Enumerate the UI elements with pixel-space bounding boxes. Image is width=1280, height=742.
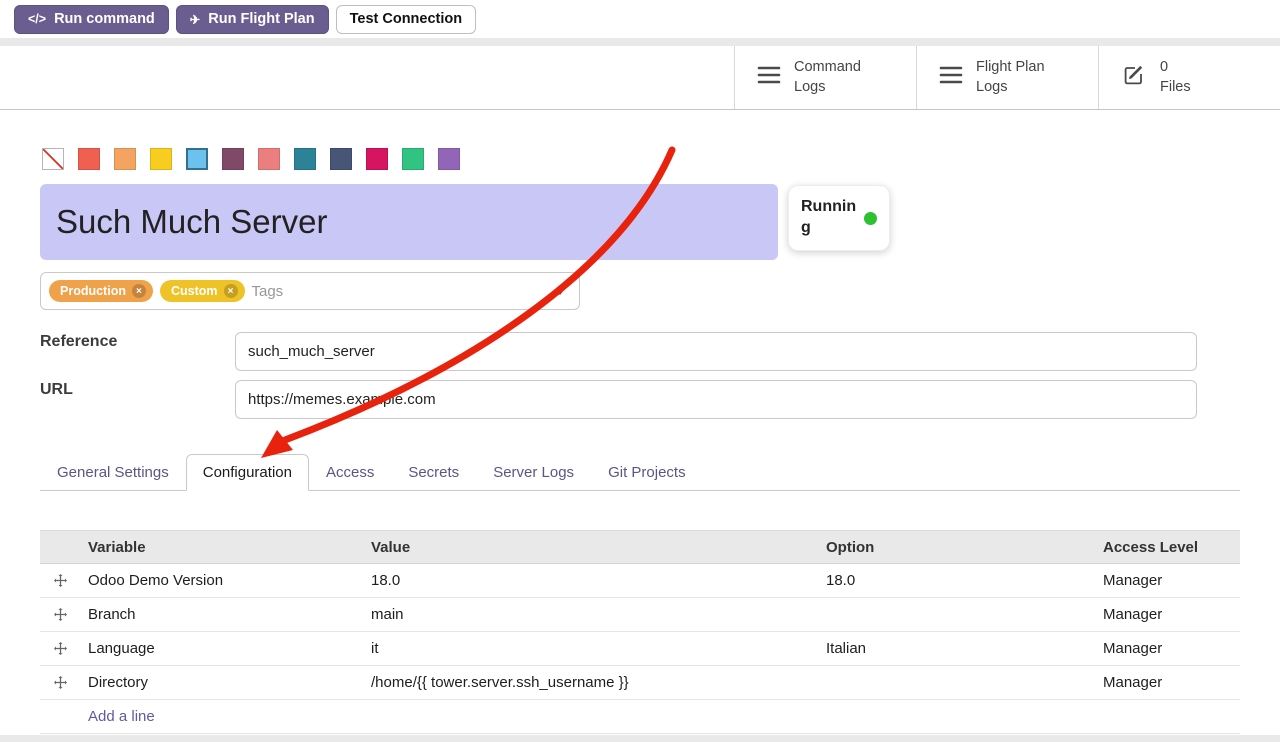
tags-input[interactable]: Production × Custom × Tags — [40, 272, 580, 310]
tag-production[interactable]: Production × — [49, 280, 153, 302]
chevron-down-icon[interactable] — [556, 290, 564, 295]
list-icon — [939, 65, 963, 90]
cell-access-level[interactable]: Manager — [1095, 640, 1240, 657]
cell-variable[interactable]: Odoo Demo Version — [80, 572, 363, 589]
add-a-line-link[interactable]: Add a line — [88, 708, 155, 725]
files-label: 0 Files — [1160, 58, 1191, 97]
tab-general-settings[interactable]: General Settings — [40, 454, 186, 491]
col-header-access-level[interactable]: Access Level — [1095, 539, 1240, 556]
table-row[interactable]: Odoo Demo Version 18.0 18.0 Manager — [40, 564, 1240, 598]
table-row[interactable]: Branch main Manager — [40, 598, 1240, 632]
tag-remove-icon[interactable]: × — [224, 284, 238, 298]
test-connection-label: Test Connection — [350, 11, 463, 27]
notebook-tabs: General Settings Configuration Access Se… — [40, 455, 1240, 491]
tag-custom[interactable]: Custom × — [160, 280, 245, 302]
files-button[interactable]: 0 Files — [1098, 46, 1280, 109]
color-swatch-cyan-selected[interactable] — [186, 148, 208, 170]
status-dot-icon — [864, 212, 877, 225]
add-line-row: Add a line — [40, 700, 1240, 734]
edit-pencil-icon — [1121, 63, 1147, 92]
col-header-value[interactable]: Value — [363, 539, 818, 556]
color-palette — [42, 148, 460, 170]
configuration-table: Variable Value Option Access Level Odoo … — [40, 530, 1240, 734]
cell-variable[interactable]: Language — [80, 640, 363, 657]
tab-configuration[interactable]: Configuration — [186, 454, 309, 491]
page: </> Run command ✈ Run Flight Plan Test C… — [0, 0, 1280, 742]
col-header-option[interactable]: Option — [818, 539, 1095, 556]
command-logs-label: Command Logs — [794, 58, 872, 97]
cell-access-level[interactable]: Manager — [1095, 674, 1240, 691]
url-input[interactable] — [235, 380, 1197, 419]
tab-server-logs[interactable]: Server Logs — [476, 454, 591, 491]
run-command-label: Run command — [54, 11, 155, 27]
tag-remove-icon[interactable]: × — [132, 284, 146, 298]
cell-variable[interactable]: Directory — [80, 674, 363, 691]
table-header-row: Variable Value Option Access Level — [40, 530, 1240, 564]
stat-button-bar: Command Logs Flight Plan Logs 0 Files — [0, 46, 1280, 110]
flight-plan-logs-button[interactable]: Flight Plan Logs — [916, 46, 1098, 109]
command-logs-button[interactable]: Command Logs — [734, 46, 916, 109]
cell-value[interactable]: main — [363, 606, 818, 623]
url-label: URL — [40, 381, 73, 399]
cell-access-level[interactable]: Manager — [1095, 606, 1240, 623]
cell-value[interactable]: /home/{{ tower.server.ssh_username }} — [363, 674, 818, 691]
action-toolbar: </> Run command ✈ Run Flight Plan Test C… — [0, 0, 1280, 38]
color-swatch-navy[interactable] — [330, 148, 352, 170]
cell-value[interactable]: 18.0 — [363, 572, 818, 589]
color-swatch-salmon[interactable] — [258, 148, 280, 170]
run-flight-plan-label: Run Flight Plan — [208, 11, 314, 27]
cell-access-level[interactable]: Manager — [1095, 572, 1240, 589]
reference-input[interactable] — [235, 332, 1197, 371]
color-swatch-red[interactable] — [78, 148, 100, 170]
files-word: Files — [1160, 78, 1191, 98]
reference-label: Reference — [40, 333, 117, 351]
tag-label: Production — [60, 284, 126, 298]
bottom-band — [0, 735, 1280, 742]
files-count: 0 — [1160, 58, 1191, 78]
list-icon — [757, 65, 781, 90]
table-row[interactable]: Language it Italian Manager — [40, 632, 1240, 666]
cell-option[interactable]: 18.0 — [818, 572, 1095, 589]
code-icon: </> — [28, 12, 46, 26]
status-label: Running — [801, 197, 857, 239]
tab-secrets[interactable]: Secrets — [391, 454, 476, 491]
server-name-input[interactable] — [40, 184, 778, 260]
color-swatch-green[interactable] — [402, 148, 424, 170]
plane-icon: ✈ — [190, 12, 200, 27]
drag-handle-icon[interactable] — [54, 574, 67, 587]
tags-placeholder: Tags — [252, 283, 284, 300]
flight-plan-logs-label: Flight Plan Logs — [976, 58, 1060, 97]
color-swatch-none[interactable] — [42, 148, 64, 170]
color-swatch-purple[interactable] — [222, 148, 244, 170]
color-swatch-violet[interactable] — [438, 148, 460, 170]
cell-value[interactable]: it — [363, 640, 818, 657]
drag-handle-icon[interactable] — [54, 676, 67, 689]
run-flight-plan-button[interactable]: ✈ Run Flight Plan — [176, 5, 329, 34]
color-swatch-raspberry[interactable] — [366, 148, 388, 170]
tag-label: Custom — [171, 284, 218, 298]
cell-variable[interactable]: Branch — [80, 606, 363, 623]
col-header-variable[interactable]: Variable — [80, 539, 363, 556]
drag-handle-icon[interactable] — [54, 642, 67, 655]
tab-access[interactable]: Access — [309, 454, 391, 491]
run-command-button[interactable]: </> Run command — [14, 5, 169, 34]
color-swatch-yellow[interactable] — [150, 148, 172, 170]
color-swatch-orange[interactable] — [114, 148, 136, 170]
table-row[interactable]: Directory /home/{{ tower.server.ssh_user… — [40, 666, 1240, 700]
divider-band — [0, 38, 1280, 46]
tab-git-projects[interactable]: Git Projects — [591, 454, 703, 491]
cell-option[interactable]: Italian — [818, 640, 1095, 657]
color-swatch-teal[interactable] — [294, 148, 316, 170]
test-connection-button[interactable]: Test Connection — [336, 5, 477, 34]
drag-handle-icon[interactable] — [54, 608, 67, 621]
status-button[interactable]: Running — [788, 185, 890, 251]
